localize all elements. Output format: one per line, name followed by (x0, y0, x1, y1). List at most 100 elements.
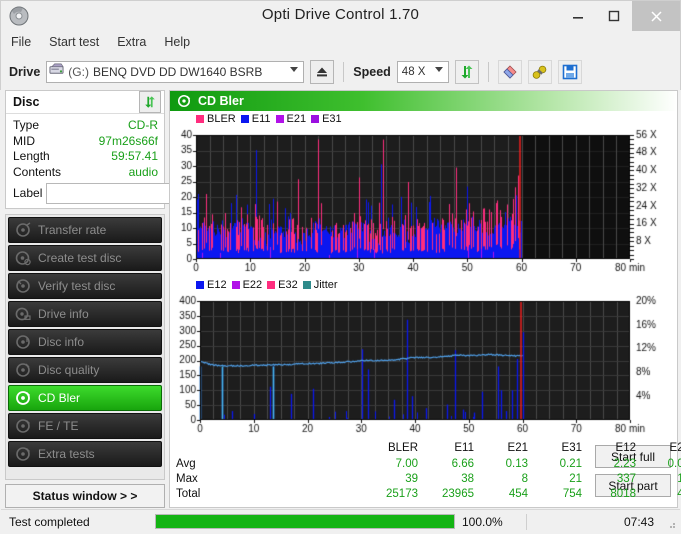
legend-item-e32: E32 (267, 279, 298, 291)
speed-label: Speed (353, 65, 391, 79)
legend-item-e22: E22 (231, 279, 262, 291)
stats-row-label: Avg (176, 458, 196, 470)
menu-item-extra[interactable]: Extra (117, 35, 146, 49)
sidebar-nav: Transfer rate Create test disc Verify te… (5, 214, 165, 480)
drive-select[interactable]: (G:) BENQ DVD DD DW1640 BSRB (46, 61, 305, 83)
cd-bler-icon (16, 391, 31, 405)
sidebar-item-disc-quality[interactable]: Disc quality (8, 357, 162, 383)
extra-tests-icon (16, 447, 30, 461)
progress-bar (155, 514, 455, 529)
sidebar-item-label: Verify test disc (38, 279, 116, 293)
sidebar-item-create-test-disc[interactable]: Create test disc (8, 245, 162, 271)
bottom-chart: E12 E22 E32 Jitter (170, 277, 677, 438)
stats-cell: 754 (562, 488, 582, 500)
stats-cell: 0.01 (667, 458, 681, 470)
sidebar-item-transfer-rate[interactable]: Transfer rate (8, 217, 162, 243)
chevron-down-icon[interactable] (290, 67, 299, 72)
legend-item-e12: E12 (196, 279, 227, 291)
status-window-label: Status window > > (32, 489, 138, 503)
menu-item-file[interactable]: File (11, 35, 31, 49)
status-message: Test completed (9, 514, 90, 529)
stats-cell: 6.66 (451, 458, 474, 470)
chevron-down-icon[interactable] (434, 67, 443, 72)
sidebar-item-drive-info[interactable]: Drive info (8, 301, 162, 327)
sidebar-item-label: FE / TE (38, 419, 79, 433)
minimize-button[interactable] (560, 1, 596, 31)
legend-item-bler: BLER (196, 113, 236, 125)
speed-select[interactable]: 48 X (396, 61, 449, 83)
maximize-button[interactable] (596, 1, 632, 31)
save-button[interactable] (557, 60, 582, 84)
disc-info-icon (16, 335, 30, 349)
stats-cell: 46 (677, 488, 681, 500)
stats-cell: 7.00 (395, 458, 418, 470)
sidebar-item-label: Transfer rate (38, 223, 107, 237)
elapsed-time: 07:43 (623, 514, 654, 529)
top-chart: BLER E11 E21 E31 (170, 111, 677, 277)
toolbar-divider (487, 62, 489, 82)
status-bar: Test completed 100.0% 07:43 (1, 509, 680, 533)
disc-refresh-button[interactable] (139, 91, 161, 113)
legend-label: E21 (286, 113, 307, 125)
refresh-icon (461, 65, 473, 79)
close-button[interactable] (632, 1, 680, 31)
sidebar-item-extra-tests[interactable]: Extra tests (8, 441, 162, 467)
disc-row-contents-value: audio (128, 164, 158, 179)
drive-label: Drive (9, 65, 41, 79)
eraser-button[interactable] (497, 60, 522, 84)
plug-icon (532, 65, 547, 79)
stats-cell: 2.23 (613, 458, 636, 470)
top-chart-plot (170, 127, 677, 277)
disc-row-type-key: Type (13, 118, 40, 132)
sidebar-item-fe-te[interactable]: FE / TE (8, 413, 162, 439)
content-title: CD Bler (198, 94, 244, 108)
stats-cell: 8018 (610, 488, 636, 500)
disc-row-length-value: 59:57.41 (111, 149, 158, 163)
legend-item-jitter: Jitter (302, 279, 338, 291)
sidebar-item-label: Disc quality (38, 363, 100, 377)
stats-row-label: Total (176, 488, 201, 500)
eject-icon (317, 67, 328, 77)
disc-row-type-value: CD-R (128, 118, 158, 132)
resize-grip-icon[interactable] (666, 519, 676, 529)
fe-te-icon (16, 419, 30, 433)
disc-label-key: Label (13, 186, 43, 200)
disc-row-mid: MID 97m26s66f (13, 134, 158, 150)
sidebar-item-cd-bler[interactable]: CD Bler (8, 385, 162, 411)
app-window: Opti Drive Control 1.70 File Start test … (0, 0, 681, 534)
disc-quality-icon (16, 363, 30, 377)
main-area: Disc Type CD-R MID 97m26s66f Length 59:5… (1, 90, 681, 508)
stats-cell: 23965 (442, 488, 474, 500)
top-chart-legend: BLER E11 E21 E31 (170, 111, 677, 127)
stats-column-header: E12 (615, 442, 636, 454)
plug-button[interactable] (527, 60, 552, 84)
sidebar-item-label: CD Bler (38, 391, 81, 405)
disc-row-length-key: Length (13, 149, 50, 163)
save-icon (562, 64, 578, 80)
eject-button[interactable] (310, 60, 335, 84)
bottom-chart-canvas (170, 293, 676, 438)
sidebar-item-label: Drive info (38, 307, 89, 321)
window-controls (560, 1, 680, 31)
stats-cell: 21 (569, 473, 582, 485)
menu-item-start-test[interactable]: Start test (49, 35, 99, 49)
disc-panel-header: Disc (6, 91, 164, 114)
bottom-chart-legend: E12 E22 E32 Jitter (170, 277, 677, 293)
disc-row-contents: Contents audio (13, 165, 158, 181)
legend-label: E11 (251, 113, 271, 125)
sidebar-item-disc-info[interactable]: Disc info (8, 329, 162, 355)
stats-column-header: E31 (561, 442, 582, 454)
menu-item-help[interactable]: Help (164, 35, 190, 49)
drive-letter: (G:) (68, 65, 89, 79)
disc-row-contents-key: Contents (13, 164, 62, 179)
status-window-button[interactable]: Status window > > (5, 484, 165, 508)
toolbar: Drive (G:) BENQ DVD DD DW1640 BSRB Speed (0, 54, 681, 90)
disc-row-mid-key: MID (13, 133, 35, 148)
disc-test-icon (16, 222, 31, 237)
sidebar-item-verify-test-disc[interactable]: Verify test disc (8, 273, 162, 299)
legend-label: Jitter (313, 279, 338, 291)
legend-label: BLER (207, 113, 236, 125)
stats-column-header: E11 (454, 442, 474, 454)
sidebar-item-label: Extra tests (38, 447, 95, 461)
refresh-button[interactable] (454, 60, 479, 84)
